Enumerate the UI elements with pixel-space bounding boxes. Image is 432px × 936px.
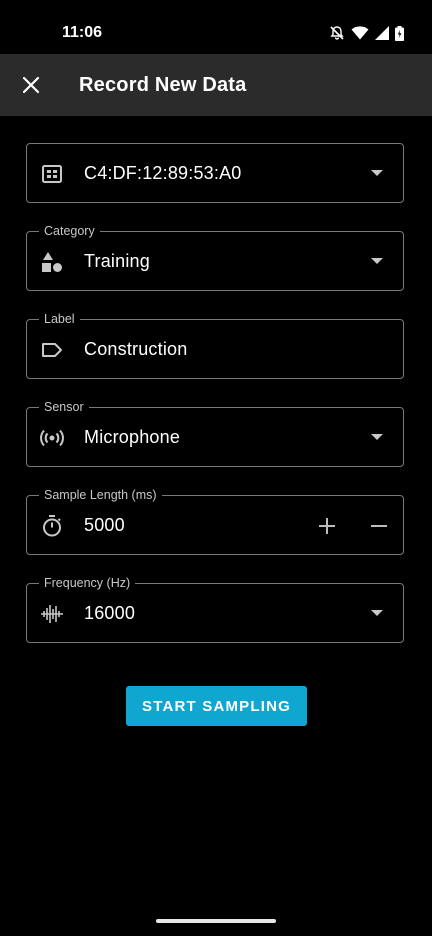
start-sampling-button[interactable]: START SAMPLING [126, 686, 307, 726]
decrement-button[interactable] [365, 512, 393, 540]
minus-icon [371, 525, 387, 527]
timer-icon [39, 513, 65, 539]
dropdown-arrow-icon [371, 610, 383, 616]
device-value: C4:DF:12:89:53:A0 [84, 163, 242, 183]
plus-icon [319, 518, 335, 534]
battery-icon [395, 25, 404, 41]
app-bar: Record New Data [0, 54, 432, 116]
shapes-icon [39, 249, 65, 275]
sensor-legend: Sensor [39, 399, 89, 415]
sample-length-value[interactable]: 5000 [84, 515, 125, 536]
category-legend: Category [39, 223, 100, 239]
label-legend: Label [39, 311, 80, 327]
sensor-select[interactable]: Sensor Microphone [26, 399, 404, 467]
category-select[interactable]: Category Training [26, 223, 404, 291]
status-icons [329, 25, 404, 41]
status-time: 11:06 [62, 24, 103, 41]
wifi-icon [351, 26, 369, 40]
label-value[interactable]: Construction [84, 339, 187, 360]
sensor-broadcast-icon [39, 425, 65, 451]
frequency-value: 16000 [84, 603, 136, 623]
device-chip-icon [39, 161, 65, 187]
label-tag-icon [39, 337, 65, 363]
frequency-select[interactable]: Frequency (Hz) 16000 [26, 575, 404, 643]
dropdown-arrow-icon [371, 434, 383, 440]
device-select[interactable]: C4:DF:12:89:53:A0 [26, 143, 404, 203]
status-bar: 11:06 [0, 0, 432, 54]
dropdown-arrow-icon [371, 258, 383, 264]
dropdown-arrow-icon [371, 170, 383, 176]
notifications-off-icon [330, 26, 344, 40]
waveform-icon [39, 601, 65, 627]
sample-length-field[interactable]: Sample Length (ms) 5000 [26, 487, 404, 555]
increment-button[interactable] [313, 512, 341, 540]
label-field[interactable]: Label Construction [26, 311, 404, 379]
close-button[interactable] [12, 66, 50, 104]
close-icon [22, 76, 40, 94]
frequency-legend: Frequency (Hz) [39, 575, 136, 591]
page-title: Record New Data [79, 74, 247, 96]
category-value: Training [84, 251, 150, 271]
sample-length-legend: Sample Length (ms) [39, 487, 162, 503]
sensor-value: Microphone [84, 427, 181, 447]
home-indicator[interactable] [156, 919, 276, 923]
signal-icon [375, 26, 389, 40]
